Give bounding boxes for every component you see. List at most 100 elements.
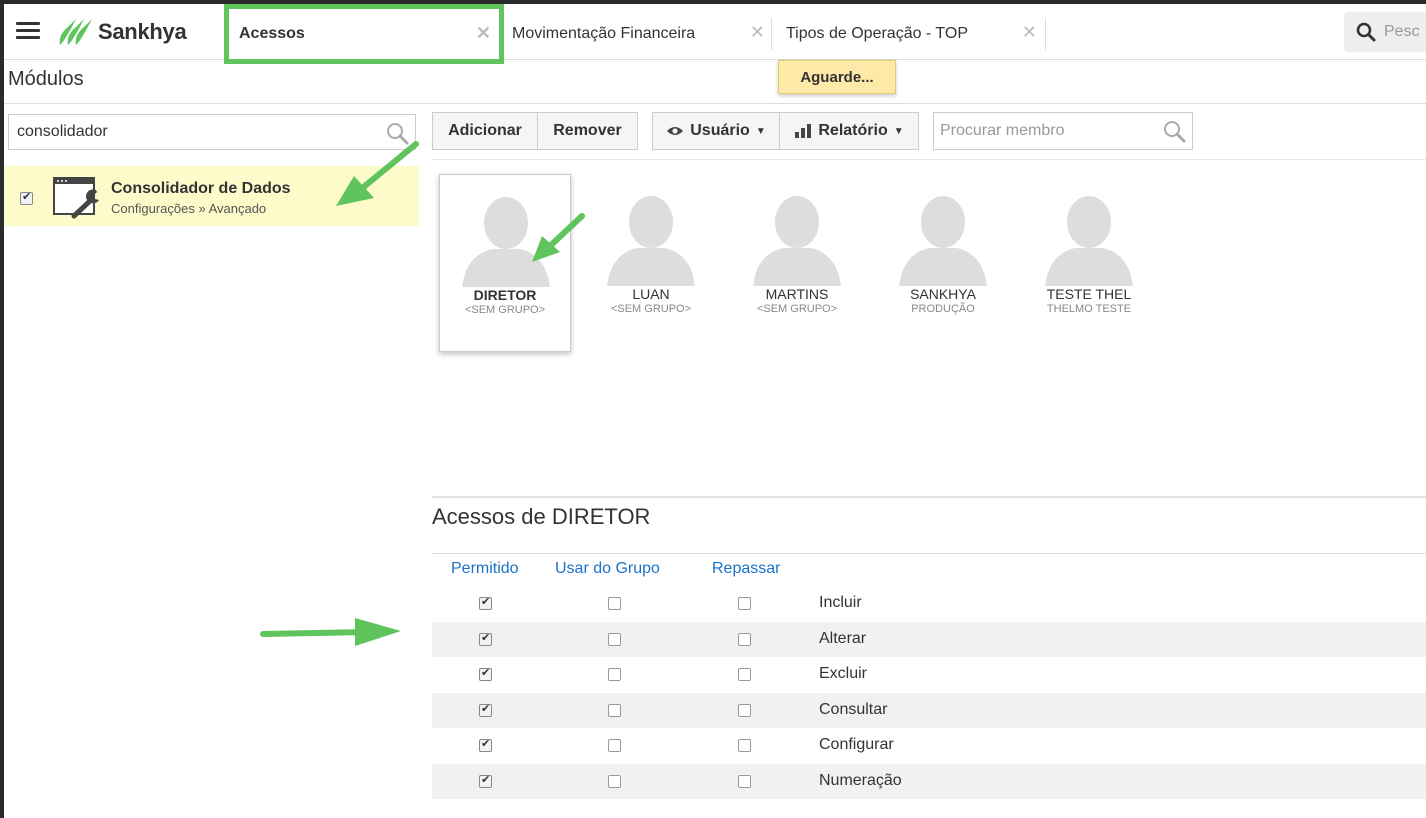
user-avatar-icon [753, 196, 841, 286]
access-row: Alterar [432, 621, 1426, 657]
annotation-arrow-icon [260, 618, 401, 646]
member-card-luan[interactable]: LUAN <SEM GRUPO> [585, 174, 717, 352]
report-dropdown-button[interactable]: Relatório ▼ [779, 112, 919, 150]
access-row: Numeração [432, 763, 1426, 799]
member-search-input[interactable]: Procurar membro [933, 112, 1193, 150]
caret-down-icon: ▼ [755, 125, 766, 137]
search-icon[interactable] [1162, 119, 1186, 143]
column-header-usar-do-grupo[interactable]: Usar do Grupo [555, 560, 660, 578]
access-label: Incluir [819, 594, 862, 611]
access-row: Configurar [432, 728, 1426, 763]
column-header-repassar[interactable]: Repassar [712, 560, 780, 578]
usar-grupo-checkbox[interactable] [608, 739, 621, 752]
divider [432, 159, 1426, 160]
close-icon[interactable]: ✕ [750, 22, 765, 43]
member-card-sankhya[interactable]: SANKHYA PRODUÇÃO [877, 174, 1009, 352]
page-title: Módulos [8, 68, 84, 90]
member-name: SANKHYA [910, 286, 976, 302]
user-dropdown-button[interactable]: Usuário ▼ [652, 112, 780, 150]
divider [432, 553, 1426, 554]
usar-grupo-checkbox[interactable] [608, 774, 621, 788]
bar-chart-icon [795, 124, 812, 138]
access-label: Configurar [819, 736, 894, 753]
divider [432, 496, 1426, 498]
member-card-diretor[interactable]: DIRETOR <SEM GRUPO> [439, 174, 571, 352]
usar-grupo-checkbox[interactable] [608, 703, 621, 717]
brand-name: Sankhya [98, 19, 187, 44]
module-name: Consolidador de Dados [111, 180, 291, 197]
caret-down-icon: ▼ [893, 125, 904, 137]
repassar-checkbox[interactable] [738, 739, 751, 752]
usar-grupo-checkbox[interactable] [608, 597, 621, 610]
module-path: Configurações » Avançado [111, 201, 267, 216]
access-label: Consultar [819, 700, 888, 718]
access-label: Alterar [819, 629, 867, 647]
member-card-teste-thel[interactable]: TESTE THEL THELMO TESTE [1023, 174, 1155, 352]
divider [4, 103, 1426, 104]
global-search-placeholder: Pesc [1384, 23, 1420, 40]
usar-grupo-checkbox[interactable] [608, 632, 621, 646]
permitido-checkbox[interactable] [479, 737, 492, 752]
member-name: MARTINS [765, 286, 829, 302]
close-icon[interactable]: ✕ [1022, 22, 1037, 43]
user-avatar-icon [607, 196, 695, 286]
permitido-checkbox[interactable] [479, 666, 492, 681]
member-card-martins[interactable]: MARTINS <SEM GRUPO> [731, 174, 863, 352]
member-group: THELMO TESTE [1046, 303, 1132, 315]
app-window: Sankhya Acessos ✕ Movimentação Financeir… [0, 0, 1426, 818]
module-checkbox[interactable] [20, 190, 33, 205]
sankhya-logo-icon [59, 19, 92, 45]
loading-notice: Aguarde... [778, 60, 896, 94]
member-group: PRODUÇÃO [911, 303, 975, 315]
access-row: Consultar [432, 692, 1426, 728]
tab-acessos[interactable]: Acessos ✕ [224, 4, 504, 64]
tab-label: Movimentação Financeira [512, 25, 696, 42]
member-name: DIRETOR [473, 287, 537, 303]
permitido-checkbox[interactable] [479, 702, 492, 717]
access-row: Excluir [432, 657, 1426, 692]
tab-movimentacao-financeira[interactable]: Movimentação Financeira ✕ [512, 18, 772, 50]
global-search-input[interactable]: Pesc [1344, 12, 1426, 52]
access-row: Incluir [432, 586, 1426, 621]
hamburger-menu-icon[interactable] [16, 22, 40, 40]
report-button-label: Relatório [818, 122, 888, 139]
member-group: <SEM GRUPO> [464, 304, 546, 316]
module-search-input[interactable]: consolidador [8, 114, 416, 150]
search-icon [1356, 22, 1376, 42]
access-label: Numeração [819, 771, 902, 789]
repassar-checkbox[interactable] [738, 703, 751, 717]
add-button[interactable]: Adicionar [432, 112, 538, 150]
repassar-checkbox[interactable] [738, 774, 751, 788]
member-name: TESTE THEL [1046, 286, 1132, 302]
usar-grupo-checkbox[interactable] [608, 668, 621, 681]
permitido-checkbox[interactable] [479, 631, 492, 646]
module-search-value: consolidador [17, 123, 108, 140]
access-title: Acessos de DIRETOR [432, 504, 651, 529]
access-label: Excluir [819, 665, 868, 682]
user-avatar-icon [1045, 196, 1133, 286]
user-avatar-icon [462, 197, 550, 287]
tab-label: Acessos [239, 25, 305, 42]
remove-button[interactable]: Remover [537, 112, 638, 150]
module-list-item[interactable]: Consolidador de Dados Configurações » Av… [4, 166, 419, 226]
brand-logo[interactable]: Sankhya [56, 16, 187, 48]
permitido-checkbox[interactable] [479, 595, 492, 610]
permitido-checkbox[interactable] [479, 773, 492, 788]
repassar-checkbox[interactable] [738, 632, 751, 646]
member-name: LUAN [632, 286, 670, 302]
user-button-label: Usuário [690, 122, 750, 139]
tab-tipos-de-operacao[interactable]: Tipos de Operação - TOP ✕ [786, 18, 1046, 50]
top-bar: Sankhya Acessos ✕ Movimentação Financeir… [4, 4, 1426, 64]
eye-icon [667, 127, 684, 135]
repassar-checkbox[interactable] [738, 597, 751, 610]
repassar-checkbox[interactable] [738, 668, 751, 681]
user-avatar-icon [899, 196, 987, 286]
search-icon[interactable] [385, 121, 409, 145]
member-search-placeholder: Procurar membro [940, 122, 1065, 139]
member-group: <SEM GRUPO> [610, 303, 692, 315]
member-group: <SEM GRUPO> [756, 303, 838, 315]
close-icon[interactable]: ✕ [476, 23, 491, 44]
tab-label: Tipos de Operação - TOP [786, 25, 969, 42]
settings-wrench-icon [53, 177, 99, 219]
column-header-permitido[interactable]: Permitido [451, 560, 519, 578]
